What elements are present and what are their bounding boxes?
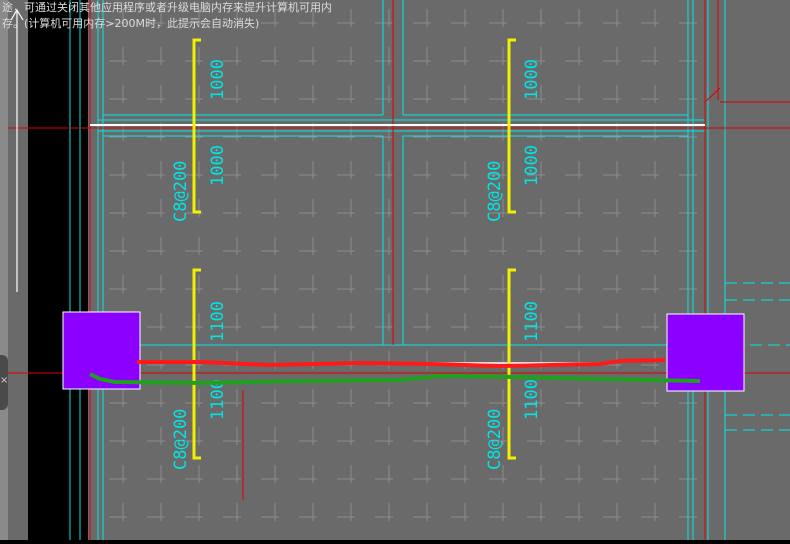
memory-warning-notice: 途，可通过关闭其他应用程序或者升级电脑内存来提升计算机可用内 存。(计算机可用内… (2, 0, 372, 32)
collapse-tab-icon[interactable]: × (0, 355, 8, 410)
cad-drawing[interactable]: 1000 1000 C8@200 1000 1000 C8@200 1100 1… (0, 0, 790, 544)
label-top-left-upper: 1000 (208, 59, 228, 100)
label-bottom-left-spec: C8@200 (171, 409, 191, 470)
cad-viewport[interactable]: 1000 1000 C8@200 1000 1000 C8@200 1100 1… (0, 0, 790, 544)
label-bottom-right-upper: 1100 (522, 301, 542, 342)
label-top-right-upper: 1000 (522, 59, 542, 100)
label-top-left-lower: 1000 (208, 145, 228, 186)
label-bottom-left-upper: 1100 (208, 301, 228, 342)
label-top-right-lower: 1000 (522, 145, 542, 186)
left-panel-strip (0, 0, 8, 540)
label-top-right-spec: C8@200 (485, 161, 505, 222)
notice-line-1: 途，可通过关闭其他应用程序或者升级电脑内存来提升计算机可用内 (2, 1, 332, 14)
left-margin-area (8, 0, 28, 540)
label-bottom-left-lower: 1100 (208, 379, 228, 420)
label-bottom-right-lower: 1100 (522, 379, 542, 420)
notice-line-2: 存。(计算机可用内存>200M时，此提示会自动消失) (2, 17, 260, 30)
label-top-left-spec: C8@200 (171, 161, 191, 222)
label-bottom-right-spec: C8@200 (485, 409, 505, 470)
